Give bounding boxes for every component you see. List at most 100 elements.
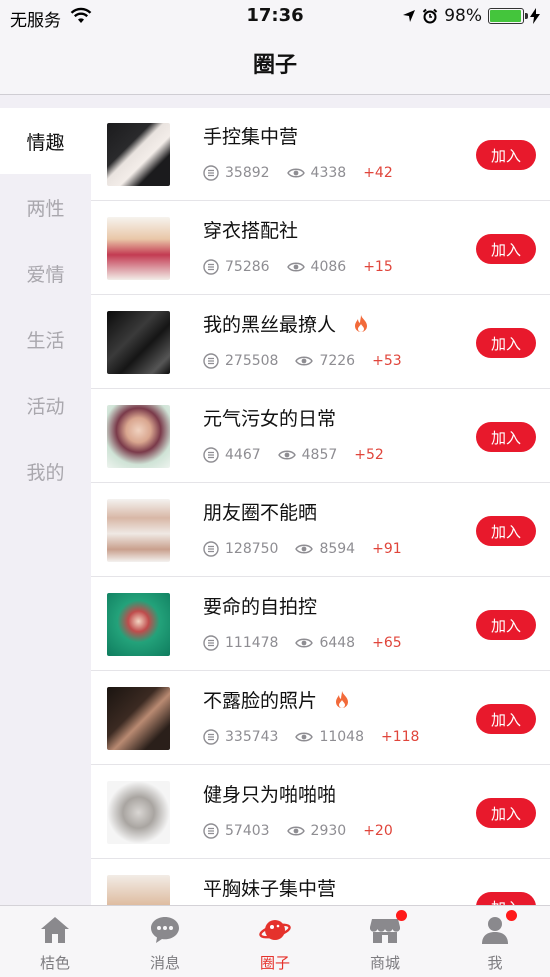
alarm-icon	[422, 8, 438, 24]
posts-icon	[203, 823, 219, 839]
new-members-delta: +15	[363, 259, 393, 275]
sidebar-item[interactable]: 两性	[0, 174, 91, 240]
sidebar-item[interactable]: 爱情	[0, 240, 91, 306]
tab-3[interactable]: 商城	[330, 910, 440, 976]
join-button[interactable]: 加入	[476, 234, 536, 264]
fire-hot-icon	[336, 690, 349, 708]
circle-thumbnail	[107, 123, 170, 186]
eye-icon	[286, 262, 305, 272]
circle-row[interactable]: 平胸妹子集中营加入	[91, 860, 550, 905]
circle-stats: 335743 11048 +118	[203, 727, 419, 747]
views-count: 4338	[310, 165, 347, 181]
home-icon	[39, 914, 71, 946]
circle-title-text: 元气污女的日常	[203, 408, 337, 430]
views-count: 7226	[319, 353, 356, 369]
join-button[interactable]: 加入	[476, 704, 536, 734]
views-stat: 8594	[295, 541, 355, 557]
posts-stat: 275508	[203, 353, 278, 369]
circle-title: 我的黑丝最撩人	[203, 310, 368, 337]
tab-label: 我	[487, 954, 503, 972]
views-stat: 4338	[286, 165, 347, 181]
notification-badge	[396, 910, 407, 921]
posts-stat: 4467	[203, 447, 261, 463]
navigation-bar: 圈子	[0, 32, 550, 95]
circle-title-text: 朋友圈不能晒	[203, 502, 318, 524]
circle-title: 朋友圈不能晒	[203, 498, 317, 525]
join-button[interactable]: 加入	[476, 422, 536, 452]
circle-title: 手控集中营	[203, 122, 298, 149]
views-stat: 2930	[286, 823, 346, 839]
new-members-delta: +20	[363, 823, 393, 839]
tab-label: 桔色	[39, 954, 70, 972]
eye-icon	[286, 826, 305, 836]
posts-icon	[203, 729, 219, 745]
views-stat: 6448	[295, 635, 355, 651]
tab-1[interactable]: 消息	[110, 914, 220, 976]
join-button[interactable]: 加入	[476, 516, 536, 546]
posts-count: 75286	[225, 259, 270, 275]
sidebar-item[interactable]: 生活	[0, 306, 91, 372]
fire-hot-icon	[355, 314, 368, 332]
posts-stat: 111478	[203, 635, 278, 651]
views-count: 6448	[319, 635, 356, 651]
posts-icon	[203, 165, 219, 181]
new-members-delta: +91	[372, 541, 402, 557]
circle-stats: 75286 4086 +15	[203, 257, 393, 277]
tab-2[interactable]: 圈子	[220, 914, 330, 976]
eye-icon	[295, 544, 314, 554]
circle-row[interactable]: 元气污女的日常 4467 4857 +52 加入	[91, 390, 550, 483]
posts-stat: 335743	[203, 729, 278, 745]
join-button[interactable]: 加入	[476, 140, 536, 170]
circle-thumbnail	[107, 781, 170, 844]
circle-row[interactable]: 朋友圈不能晒 128750 8594 +91 加入	[91, 484, 550, 577]
circle-title-text: 穿衣搭配社	[203, 220, 299, 242]
posts-stat: 128750	[203, 541, 278, 557]
circle-thumbnail	[107, 499, 170, 562]
sidebar-item[interactable]: 情趣	[0, 108, 91, 174]
views-stat: 11048	[295, 729, 364, 745]
circle-row[interactable]: 要命的自拍控 111478 6448 +65 加入	[91, 578, 550, 671]
join-button[interactable]: 加入	[476, 610, 536, 640]
battery-level	[490, 10, 522, 22]
circle-row[interactable]: 健身只为啪啪啪 57403 2930 +20 加入	[91, 766, 550, 859]
circle-thumbnail	[107, 593, 170, 656]
circle-stats: 111478 6448 +65	[203, 633, 402, 653]
views-count: 4086	[310, 259, 347, 275]
sidebar-item[interactable]: 我的	[0, 438, 91, 504]
status-bar: 无服务 17:36 98%	[0, 0, 550, 32]
posts-stat: 75286	[203, 259, 270, 275]
join-button[interactable]: 加入	[476, 328, 536, 358]
planet-icon	[259, 914, 291, 946]
eye-icon	[277, 450, 296, 460]
join-button[interactable]: 加入	[476, 892, 536, 905]
circle-row[interactable]: 不露脸的照片 335743 11048 +118 加入	[91, 672, 550, 765]
new-members-delta: +118	[381, 729, 420, 745]
circle-thumbnail	[107, 311, 170, 374]
circle-thumbnail	[107, 217, 170, 280]
circle-stats: 57403 2930 +20	[203, 821, 393, 841]
notification-badge	[506, 910, 517, 921]
circle-stats: 128750 8594 +91	[203, 539, 402, 559]
views-stat: 4086	[286, 259, 347, 275]
join-button[interactable]: 加入	[476, 798, 536, 828]
circle-title-text: 我的黑丝最撩人	[203, 314, 337, 336]
sidebar-item[interactable]: 活动	[0, 372, 91, 438]
circle-title-text: 手控集中营	[203, 126, 299, 148]
circle-title-text: 不露脸的照片	[203, 690, 318, 712]
tab-bar: 桔色 消息 圈子 商城 我	[0, 905, 550, 977]
circle-title: 元气污女的日常	[203, 404, 336, 431]
eye-icon	[286, 168, 305, 178]
circle-row[interactable]: 我的黑丝最撩人 275508 7226 +53 加入	[91, 296, 550, 389]
posts-count: 35892	[225, 165, 270, 181]
circle-thumbnail	[107, 405, 170, 468]
circle-row[interactable]: 穿衣搭配社 75286 4086 +15 加入	[91, 202, 550, 295]
tab-0[interactable]: 桔色	[0, 914, 110, 976]
tab-4[interactable]: 我	[440, 910, 550, 976]
category-sidebar: 情趣 两性 爱情 生活 活动 我的	[0, 108, 91, 905]
posts-stat: 57403	[203, 823, 270, 839]
circle-row[interactable]: 手控集中营 35892 4338 +42 加入	[91, 108, 550, 201]
tab-label: 圈子	[259, 954, 290, 972]
charging-bolt-icon	[530, 8, 540, 24]
circle-list[interactable]: 手控集中营 35892 4338 +42 加入 穿衣搭配社 75286 4086 +15 加入 我的…	[91, 108, 550, 905]
new-members-delta: +53	[372, 353, 402, 369]
